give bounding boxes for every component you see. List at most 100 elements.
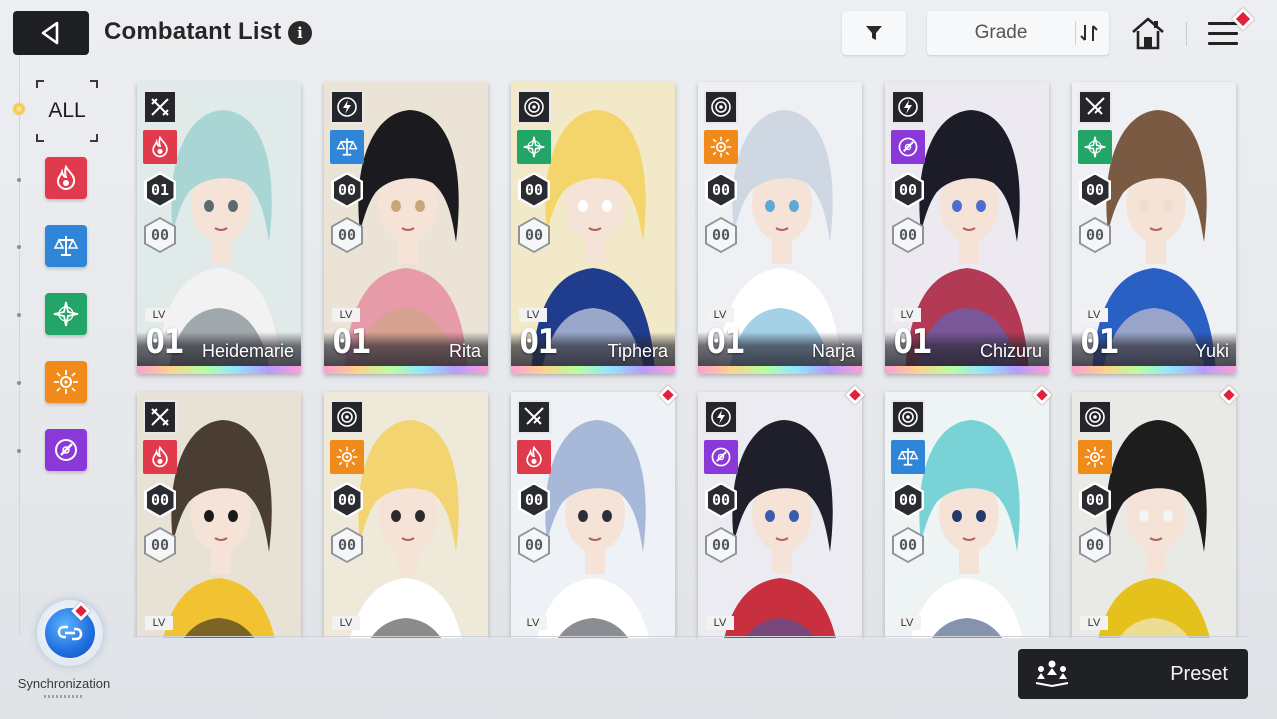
fire-element-icon — [517, 440, 551, 474]
combatant-card[interactable]: 00 00 LV — [137, 392, 301, 638]
balance-element-icon — [53, 236, 79, 256]
blades-class-icon — [143, 90, 177, 124]
sidebar-track — [19, 55, 20, 635]
combatant-card[interactable]: 00 00 LV 01 Narja — [698, 82, 862, 374]
rarity-strip — [1072, 366, 1236, 374]
level-number: 01 — [1080, 322, 1119, 362]
team-preset-icon — [1035, 660, 1069, 688]
balance-element-icon — [891, 440, 925, 474]
filter-button[interactable] — [842, 11, 906, 55]
filter-fire-button[interactable] — [45, 157, 87, 199]
sun-element-icon — [704, 130, 738, 164]
rarity-strip — [511, 366, 675, 374]
combatant-name: Chizuru — [979, 341, 1042, 361]
star-element-icon — [1078, 130, 1112, 164]
sync-label: Synchronization — [17, 676, 111, 691]
grade-sort-label: Grade — [974, 22, 1028, 43]
lightning-class-icon — [330, 90, 364, 124]
filter-all-button[interactable]: ALL — [36, 80, 98, 142]
level-tag: LV — [706, 308, 734, 322]
level-tag: LV — [332, 616, 360, 630]
fire-element-icon — [143, 130, 177, 164]
level-number: 01 — [706, 322, 745, 362]
level-number: 01 — [332, 322, 371, 362]
funnel-icon — [866, 26, 882, 40]
preset-label: Preset — [1170, 662, 1228, 685]
level-tag: LV — [332, 308, 360, 322]
target-class-icon — [891, 400, 925, 434]
level-number: 01 — [145, 322, 184, 362]
combatant-card[interactable]: 00 00 LV — [511, 392, 675, 638]
void-element-icon — [891, 130, 925, 164]
lightning-class-icon — [704, 400, 738, 434]
level-number: 01 — [519, 322, 558, 362]
swords-class-icon — [1078, 90, 1112, 124]
balance-element-icon — [330, 130, 364, 164]
combatant-card[interactable]: 00 00 LV — [885, 392, 1049, 638]
filter-balance-button[interactable] — [45, 225, 87, 267]
rarity-strip — [137, 366, 301, 374]
target-class-icon — [704, 90, 738, 124]
menu-icon — [1208, 22, 1238, 25]
star-element-icon — [517, 130, 551, 164]
sun-element-icon — [330, 440, 364, 474]
rarity-strip — [324, 366, 488, 374]
level-tag: LV — [893, 308, 921, 322]
home-icon — [1132, 17, 1164, 50]
swords-class-icon — [517, 400, 551, 434]
target-class-icon — [330, 400, 364, 434]
level-tag: LV — [1080, 616, 1108, 630]
combatant-card[interactable]: 00 00 LV — [1072, 392, 1236, 638]
sun-element-icon — [54, 370, 78, 394]
combatant-card[interactable]: 00 00 LV — [324, 392, 488, 638]
page-title: Combatant List — [104, 18, 282, 45]
sun-element-icon — [1078, 440, 1112, 474]
star-element-icon — [53, 301, 79, 327]
target-class-icon — [517, 90, 551, 124]
level-tag: LV — [893, 616, 921, 630]
grade-sort-dropdown[interactable]: Grade — [927, 11, 1109, 55]
target-class-icon — [1078, 400, 1112, 434]
combatant-card[interactable]: 00 00 LV 01 Yuki — [1072, 82, 1236, 374]
synchronization-button[interactable]: Synchronization — [10, 596, 118, 706]
fire-element-icon — [143, 440, 177, 474]
grid-bottom-divider — [133, 636, 1248, 637]
filter-star-button[interactable] — [45, 293, 87, 335]
combatant-card[interactable]: 00 00 LV 01 Tiphera — [511, 82, 675, 374]
void-element-icon — [55, 439, 77, 461]
combatant-name: Heidemarie — [201, 341, 294, 361]
combatant-card[interactable]: 00 00 LV — [698, 392, 862, 638]
blades-class-icon — [143, 400, 177, 434]
combatant-card[interactable]: 00 00 LV 01 Chizuru — [885, 82, 1049, 374]
level-tag: LV — [519, 616, 547, 630]
sync-link-icon — [57, 625, 83, 641]
level-number: 01 — [893, 322, 932, 362]
filter-void-button[interactable] — [45, 429, 87, 471]
back-arrow-icon — [41, 21, 59, 45]
filter-sun-button[interactable] — [45, 361, 87, 403]
level-tag: LV — [706, 616, 734, 630]
lightning-class-icon — [891, 90, 925, 124]
info-icon[interactable]: i — [288, 21, 312, 45]
filter-all-label: ALL — [48, 99, 86, 122]
combatant-name: Narja — [811, 341, 855, 361]
fire-element-icon — [56, 164, 76, 191]
void-element-icon — [704, 440, 738, 474]
combatant-name: Rita — [448, 341, 481, 361]
home-button[interactable] — [1130, 14, 1166, 52]
sidebar-active-indicator — [12, 102, 26, 116]
level-tag: LV — [145, 308, 173, 322]
header-divider — [1186, 22, 1187, 46]
level-tag: LV — [1080, 308, 1108, 322]
level-tag: LV — [145, 616, 173, 630]
combatant-name: Yuki — [1194, 341, 1229, 361]
back-button[interactable] — [13, 11, 89, 55]
combatant-grid[interactable]: 01 00 LV 01 Heidemarie 00 00 LV 01 Rita 00 00 LV 01 Ti… — [133, 78, 1248, 638]
combatant-name: Tiphera — [607, 341, 668, 361]
preset-button[interactable]: Preset — [1018, 649, 1248, 699]
level-tag: LV — [519, 308, 547, 322]
rarity-strip — [885, 366, 1049, 374]
combatant-card[interactable]: 00 00 LV 01 Rita — [324, 82, 488, 374]
sort-order-icon[interactable] — [1075, 21, 1101, 45]
combatant-card[interactable]: 01 00 LV 01 Heidemarie — [137, 82, 301, 374]
